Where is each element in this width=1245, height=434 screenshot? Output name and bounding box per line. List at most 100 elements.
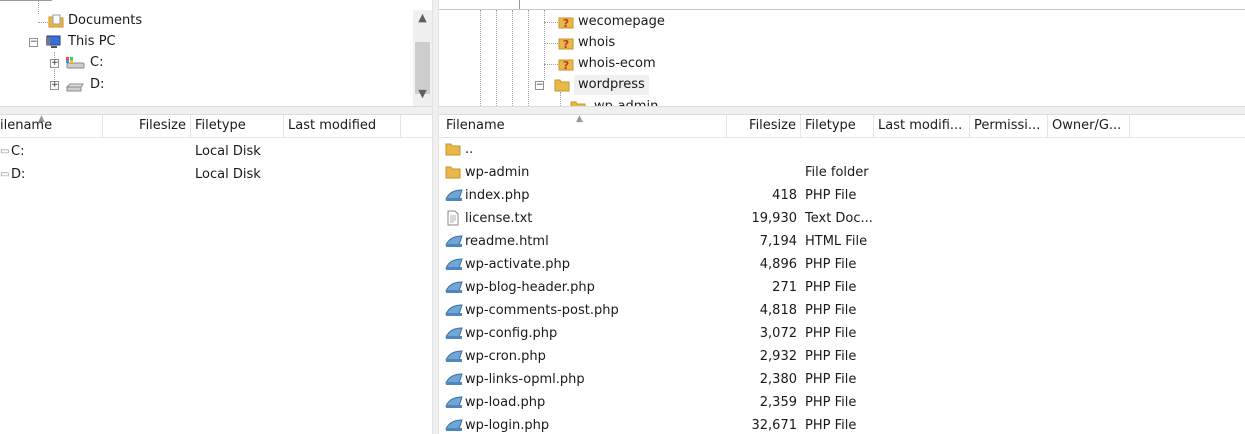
file-type: PHP File <box>805 326 857 341</box>
remote-directory-tree[interactable]: ? wecomepage ? whois ? whois-ecom − word… <box>439 0 1245 106</box>
svg-text:?: ? <box>563 59 569 72</box>
folder-icon <box>445 164 461 185</box>
remote-list-row[interactable]: wp-comments-post.php 4,818 PHP File <box>439 299 1245 322</box>
remote-list-row[interactable]: license.txt 19,930 Text Doc... <box>439 207 1245 230</box>
local-list-header: ▲ ilename Filesize Filetype Last modifie… <box>0 115 432 138</box>
folder-icon <box>570 99 586 106</box>
unknown-folder-icon: ? <box>558 14 574 30</box>
column-header-owner-group[interactable]: Owner/G... <box>1048 115 1130 137</box>
file-name: wp-config.php <box>465 326 558 341</box>
php-file-icon <box>445 325 463 346</box>
computer-icon <box>45 34 63 50</box>
remote-list-row[interactable]: wp-links-opml.php 2,380 PHP File <box>439 368 1245 391</box>
drive-c-icon <box>64 55 86 71</box>
collapse-toggle[interactable]: − <box>29 38 38 47</box>
remote-list-row[interactable]: wp-login.php 32,671 PHP File <box>439 414 1245 434</box>
file-type: PHP File <box>805 395 857 410</box>
file-name: wp-blog-header.php <box>465 280 595 295</box>
horizontal-splitter[interactable] <box>0 106 1245 115</box>
tree-border <box>0 0 52 1</box>
scroll-down-icon[interactable]: ▼ <box>416 88 429 100</box>
svg-text:?: ? <box>563 38 569 51</box>
file-size: 2,380 <box>759 372 797 387</box>
remote-list-row[interactable]: .. <box>439 138 1245 161</box>
column-header-filetype[interactable]: Filetype <box>801 115 874 137</box>
column-header-permissions[interactable]: Permissi... <box>970 115 1048 137</box>
file-type: Text Doc... <box>805 211 873 226</box>
tree-vertical-scrollbar[interactable]: ▲ ▼ <box>413 10 432 106</box>
file-type: PHP File <box>805 280 857 295</box>
folder-icon <box>445 141 461 162</box>
php-file-icon <box>445 394 463 415</box>
remote-list-row[interactable]: readme.html 7,194 HTML File <box>439 230 1245 253</box>
remote-list-row[interactable]: index.php 418 PHP File <box>439 184 1245 207</box>
file-name: D: <box>11 167 26 182</box>
svg-text:?: ? <box>563 17 569 30</box>
file-name: wp-admin <box>465 165 530 180</box>
column-header-last-modified[interactable]: Last modifi... <box>874 115 970 137</box>
remote-file-list[interactable]: .. wp-admin File folder index.php 418 PHP Fil… <box>439 138 1245 434</box>
file-name: C: <box>11 144 25 159</box>
file-type: PHP File <box>805 188 857 203</box>
tree-guide <box>544 43 558 44</box>
remote-list-row[interactable]: wp-cron.php 2,932 PHP File <box>439 345 1245 368</box>
php-file-icon <box>445 279 463 300</box>
tree-item-documents[interactable]: Documents <box>68 11 142 31</box>
column-header-filesize[interactable]: Filesize <box>103 115 191 137</box>
tree-item-d[interactable]: D: <box>90 75 104 95</box>
column-header-filetype[interactable]: Filetype <box>191 115 284 137</box>
file-type: PHP File <box>805 349 857 364</box>
expand-toggle[interactable]: + <box>50 81 59 90</box>
tree-guide <box>528 10 529 106</box>
tree-guide <box>496 10 497 106</box>
column-header-filename[interactable]: ilename <box>0 115 103 137</box>
remote-tree-item-whois-ecom[interactable]: whois-ecom <box>578 54 656 74</box>
tree-guide <box>544 64 558 65</box>
file-name: index.php <box>465 188 530 203</box>
column-header-filesize[interactable]: Filesize <box>727 115 801 137</box>
local-list-row[interactable]: ▭ C: Local Disk <box>0 140 432 163</box>
file-size: 2,932 <box>759 349 797 364</box>
file-type: HTML File <box>805 234 868 249</box>
collapse-toggle[interactable]: − <box>535 81 544 90</box>
tree-guide <box>512 10 513 106</box>
unknown-folder-icon: ? <box>558 35 574 51</box>
remote-list-row[interactable]: wp-blog-header.php 271 PHP File <box>439 276 1245 299</box>
remote-list-row[interactable]: wp-config.php 3,072 PHP File <box>439 322 1245 345</box>
remote-list-row[interactable]: wp-activate.php 4,896 PHP File <box>439 253 1245 276</box>
expand-toggle[interactable]: + <box>50 59 59 68</box>
file-name: wp-load.php <box>465 395 546 410</box>
remote-tree-item-wp-admin[interactable]: wp-admin <box>594 97 658 106</box>
file-size: 19,930 <box>751 211 798 226</box>
remote-tree-item-wordpress[interactable]: wordpress <box>574 75 649 95</box>
tree-guide <box>544 22 558 23</box>
remote-list-header: ▲ Filename Filesize Filetype Last modifi… <box>439 115 1245 138</box>
tree-item-this-pc[interactable]: This PC <box>68 32 116 52</box>
scroll-up-icon[interactable]: ▲ <box>416 12 429 24</box>
remote-list-row[interactable]: wp-load.php 2,359 PHP File <box>439 391 1245 414</box>
local-directory-tree[interactable]: Documents − This PC + C: + D: ▲ ▼ <box>0 0 432 106</box>
php-file-icon <box>445 302 463 323</box>
php-file-icon <box>445 371 463 392</box>
tree-guide <box>480 10 481 106</box>
file-size: 2,359 <box>759 395 797 410</box>
tree-guide <box>544 10 545 80</box>
local-list-row[interactable]: ▭ D: Local Disk <box>0 163 432 186</box>
php-file-icon <box>445 233 463 254</box>
file-size: 4,896 <box>759 257 797 272</box>
file-name: wp-login.php <box>465 418 550 433</box>
vertical-splitter[interactable] <box>432 0 439 434</box>
tree-guide <box>38 0 39 14</box>
column-header-last-modified[interactable]: Last modified <box>284 115 401 137</box>
remote-tree-item-whois[interactable]: whois <box>578 33 615 53</box>
tree-guide <box>38 22 48 23</box>
file-size: 4,818 <box>759 303 797 318</box>
column-header-filename[interactable]: Filename <box>439 115 727 137</box>
text-file-icon <box>445 210 461 231</box>
remote-tree-item-wecomepage[interactable]: wecomepage <box>578 12 665 32</box>
tree-item-c[interactable]: C: <box>90 53 103 73</box>
file-name: wp-links-opml.php <box>465 372 585 387</box>
file-size: 3,072 <box>759 326 797 341</box>
remote-list-row[interactable]: wp-admin File folder <box>439 161 1245 184</box>
php-file-icon <box>445 417 463 434</box>
